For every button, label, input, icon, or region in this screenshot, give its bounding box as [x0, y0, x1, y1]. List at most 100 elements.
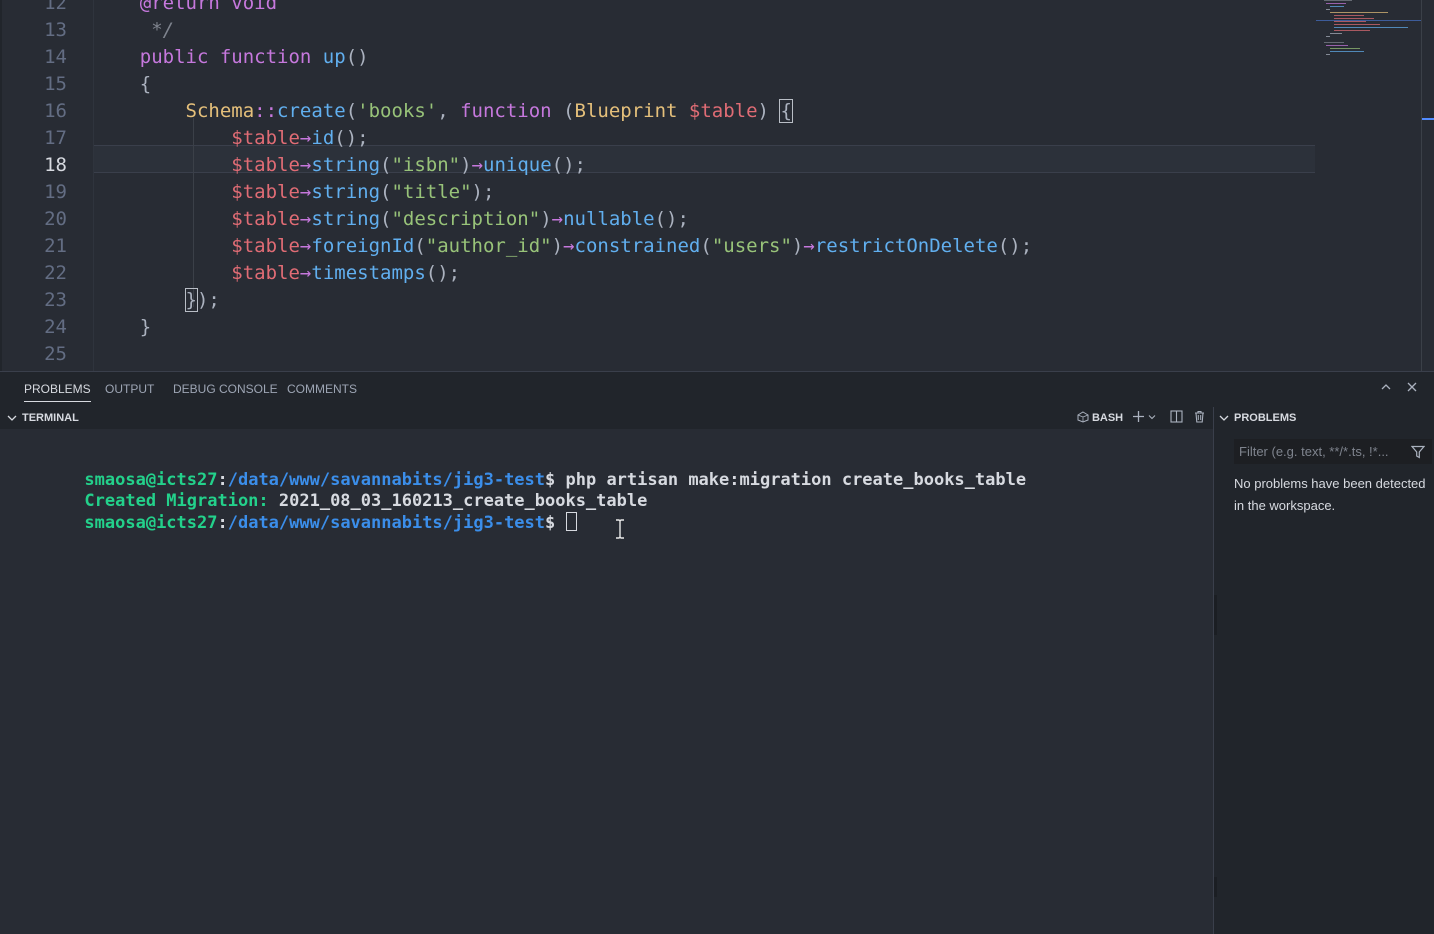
code-token: @return void [139, 0, 278, 14]
code-token: 'books' [357, 100, 438, 122]
editor-scrollbar[interactable] [1421, 0, 1422, 371]
code-token: restrictOnDelete [814, 235, 998, 257]
code-token: $table [231, 154, 300, 176]
code-token: string [311, 208, 381, 230]
text-cursor-icon [616, 519, 624, 539]
code-token: ( [345, 100, 358, 122]
minimap-line [1324, 42, 1344, 43]
line-number: 22 [44, 262, 67, 284]
code-token: ) [551, 235, 564, 257]
minimap-line [1330, 12, 1388, 13]
code-token: → [803, 235, 815, 257]
code-token: $table [231, 262, 300, 284]
terminal-view[interactable]: smaosa@icts27:/data/www/savannabits/jig3… [0, 429, 1213, 934]
scrollbar-cursor-marker [1422, 118, 1434, 120]
minimap-line [1334, 30, 1370, 31]
minimap-line [1326, 54, 1330, 55]
minimap-line [1330, 33, 1342, 34]
minimap-line [1334, 24, 1380, 25]
code-token: id [311, 127, 335, 149]
tab-debug-console[interactable]: DEBUG CONSOLE [173, 372, 278, 407]
chevron-down-icon[interactable] [1218, 412, 1230, 424]
code-token: "description" [391, 208, 541, 230]
problems-section-title[interactable]: PROBLEMS [1234, 407, 1296, 429]
minimap-line [1334, 27, 1408, 28]
code-token: → [299, 262, 312, 284]
minimap-line [1324, 0, 1352, 1]
code-token: { [94, 73, 152, 95]
code-line: $table→string("title"); [94, 179, 494, 206]
line-number: 19 [44, 181, 67, 203]
line-number: 16 [44, 100, 67, 122]
minimap-line [1330, 48, 1360, 49]
line-number: 13 [44, 19, 67, 41]
code-line: $table→timestamps(); [94, 260, 460, 287]
code-token: ); [196, 289, 220, 311]
line-number: 23 [44, 289, 67, 311]
code-line: */ [94, 17, 174, 44]
chevron-up-icon [1381, 384, 1391, 390]
code-token: → [471, 154, 484, 176]
code-token: (); [334, 127, 369, 149]
tab-output[interactable]: OUTPUT [105, 372, 154, 407]
code-line: @return void [94, 0, 277, 17]
code-token: ) [791, 235, 804, 257]
code-token: "author_id" [425, 235, 552, 257]
line-number: 20 [44, 208, 67, 230]
split-terminal-button[interactable] [1167, 409, 1185, 427]
maximize-panel-button[interactable] [1377, 380, 1395, 398]
minimap-line [1330, 6, 1344, 7]
code-token: (); [997, 235, 1033, 257]
code-token: */ [94, 19, 175, 41]
code-token: → [299, 208, 312, 230]
close-icon [1407, 382, 1417, 392]
minimap[interactable] [1316, 0, 1422, 371]
new-terminal-button[interactable] [1130, 409, 1158, 427]
code-token: → [299, 235, 312, 257]
code-token: $table [231, 235, 300, 257]
code-area[interactable]: @return void */ public function up() { S… [94, 0, 1316, 371]
code-token: "users" [711, 235, 792, 257]
code-editor[interactable]: 121314151617181920212223242526 @return v… [0, 0, 1434, 371]
code-token: function [460, 100, 564, 122]
line-number-gutter: 121314151617181920212223242526 [0, 0, 94, 371]
code-token: ) [460, 154, 472, 176]
code-token: $table [231, 208, 300, 230]
plus-icon [1132, 411, 1144, 422]
code-line: Schema::create('books', function (Bluepr… [94, 98, 793, 125]
shell-selector[interactable]: BASH [1074, 409, 1126, 427]
terminal-prompt: $ [545, 513, 566, 533]
kill-terminal-button[interactable] [1190, 409, 1208, 427]
chevron-down-icon [7, 415, 17, 421]
code-line: public function up() [94, 44, 369, 71]
code-token: up [322, 46, 346, 68]
code-token: → [299, 127, 312, 149]
code-token: create [277, 100, 346, 122]
problems-filter-input[interactable] [1234, 439, 1432, 464]
code-token: () [345, 46, 369, 68]
terminal-section-header[interactable]: TERMINAL BASH [0, 407, 1213, 429]
code-token: $table [231, 181, 300, 203]
code-token: string [311, 154, 381, 176]
code-token: $table [688, 100, 758, 122]
code-token: → [299, 154, 312, 176]
code-line: $table→string("description")→nullable(); [94, 206, 689, 233]
code-token: timestamps [311, 262, 426, 284]
tab-comments[interactable]: COMMENTS [287, 372, 357, 407]
close-panel-button[interactable] [1403, 380, 1421, 398]
filter-icon[interactable] [1411, 445, 1425, 459]
minimap-viewport[interactable] [1316, 20, 1422, 21]
bottom-panel: PROBLEMS OUTPUT DEBUG CONSOLE COMMENTS T… [0, 371, 1434, 934]
matched-bracket: } [184, 288, 199, 312]
tab-problems[interactable]: PROBLEMS [24, 372, 91, 407]
code-token: "title" [391, 181, 472, 203]
code-token: ( [414, 235, 426, 257]
code-token: ( [380, 154, 392, 176]
matched-bracket: { [779, 99, 793, 123]
code-token: (); [551, 154, 586, 176]
